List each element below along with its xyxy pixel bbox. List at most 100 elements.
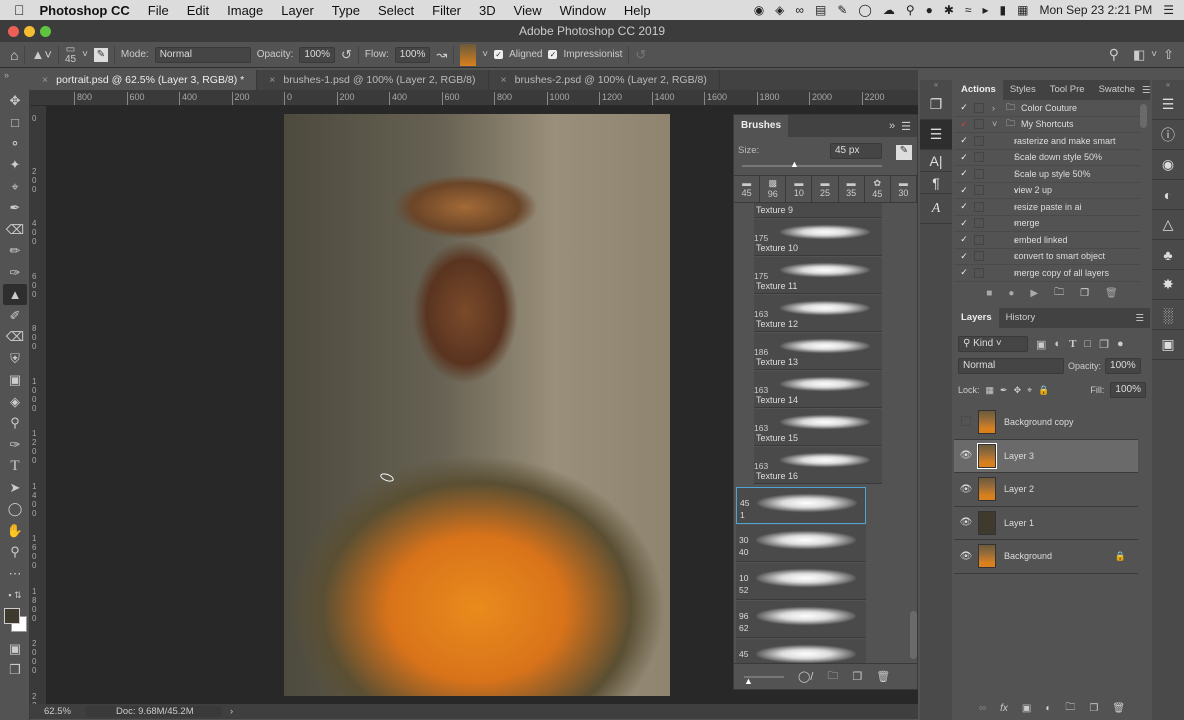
fx-icon[interactable]: fx bbox=[1000, 703, 1008, 714]
tab-swatches[interactable]: Swatche bbox=[1092, 80, 1142, 100]
filter-smart-object-icon[interactable]: ❐ bbox=[1099, 338, 1109, 351]
action-row[interactable]: ✓ › rasterize and make smart bbox=[954, 133, 1140, 150]
share-icon[interactable]: ⇧ bbox=[1163, 47, 1174, 63]
zoom-tool-icon[interactable]: ⚲ bbox=[0, 542, 30, 564]
tab-portrait[interactable]: × portrait.psd @ 62.5% (Layer 3, RGB/8) * bbox=[30, 70, 258, 90]
brush-item[interactable]: 163 Texture 15 bbox=[754, 409, 882, 446]
close-tab-icon[interactable]: × bbox=[42, 74, 48, 86]
new-brush-footer-icon[interactable]: ❐ bbox=[852, 670, 862, 683]
list-icon[interactable]: ☰ bbox=[1163, 3, 1174, 17]
creative-cloud-icon[interactable]: ∞ bbox=[795, 3, 804, 17]
minimize-window-button[interactable] bbox=[24, 26, 35, 37]
swap-colors-icon[interactable]: ▪ ⇅ bbox=[0, 585, 30, 607]
dialog-toggle[interactable] bbox=[974, 119, 984, 130]
filter-type-icon[interactable]: T bbox=[1069, 338, 1076, 350]
chevron-down-icon[interactable]: ˅ bbox=[482, 49, 488, 60]
menu-select[interactable]: Select bbox=[369, 3, 423, 18]
wifi-icon[interactable]: ≈ bbox=[965, 3, 972, 17]
adjustments-icon[interactable]: ◐ bbox=[1152, 180, 1184, 210]
volume-icon[interactable]: ▸ bbox=[983, 3, 989, 17]
toggle-check-icon[interactable]: ✓ bbox=[954, 267, 974, 278]
chevron-right-icon[interactable]: › bbox=[992, 185, 1017, 195]
glyphs-icon[interactable]: A bbox=[920, 194, 952, 224]
navigator-icon[interactable]: ✸ bbox=[1152, 270, 1184, 300]
lasso-tool-icon[interactable]: ⚬ bbox=[0, 133, 30, 155]
aligned-checkbox[interactable]: ✓ bbox=[494, 50, 504, 59]
preset-brush[interactable]: ▩ 96 bbox=[760, 176, 787, 202]
pen-tool-icon[interactable]: ✑ bbox=[0, 434, 30, 456]
ellipse-tool-icon[interactable]: ◯ bbox=[0, 499, 30, 521]
lock-transparent-icon[interactable]: ▦ bbox=[986, 385, 995, 396]
filter-adjustment-icon[interactable]: ◐ bbox=[1054, 338, 1061, 350]
preset-brush[interactable]: ✿ 45 bbox=[865, 176, 891, 202]
filter-pixel-icon[interactable]: ▣ bbox=[1036, 338, 1046, 351]
chevron-right-icon[interactable]: › bbox=[992, 103, 1006, 113]
preview-size-slider[interactable]: ▲ bbox=[744, 675, 784, 686]
character-icon[interactable]: A| bbox=[920, 150, 952, 172]
layer-name[interactable]: Background bbox=[1004, 551, 1115, 561]
tab-brushes-1[interactable]: × brushes-1.psd @ 100% (Layer 2, RGB/8) bbox=[257, 70, 489, 90]
adjustment-layer-icon[interactable]: ◐ bbox=[1045, 703, 1051, 714]
quick-mask-icon[interactable]: ▣ bbox=[0, 638, 30, 660]
brush-item[interactable]: 96 62 bbox=[736, 601, 866, 638]
dialog-toggle[interactable] bbox=[974, 251, 984, 262]
menu-window[interactable]: Window bbox=[551, 3, 615, 18]
status-menu-arrow[interactable]: › bbox=[222, 706, 233, 717]
toggle-check-icon[interactable]: ✓ bbox=[954, 168, 974, 179]
tab-styles[interactable]: Styles bbox=[1003, 80, 1043, 100]
foreground-color-swatch[interactable] bbox=[4, 608, 20, 624]
channels-icon[interactable]: ♣ bbox=[1152, 240, 1184, 270]
apple-icon[interactable]:  bbox=[0, 2, 31, 18]
clone-stamp-preset-icon[interactable]: ▲˅ bbox=[31, 47, 51, 62]
info-icon[interactable]: ⓘ bbox=[1152, 120, 1184, 150]
delete-action-icon[interactable]: 🗑 bbox=[1105, 288, 1118, 299]
gradient-tool-icon[interactable]: ▣ bbox=[0, 370, 30, 392]
menu-view[interactable]: View bbox=[505, 3, 551, 18]
action-row[interactable]: ✓ › Scale up style 50% bbox=[954, 166, 1140, 183]
eye-icon[interactable]: 👁 bbox=[954, 484, 978, 495]
menu-image[interactable]: Image bbox=[218, 3, 272, 18]
layer-row[interactable]: 👁 Layer 3 bbox=[954, 439, 1138, 473]
tab-layers[interactable]: Layers bbox=[954, 308, 999, 328]
dialog-toggle[interactable] bbox=[974, 218, 984, 229]
portrait-artwork[interactable] bbox=[284, 114, 670, 696]
actions-scrollbar[interactable] bbox=[1140, 104, 1147, 128]
link-layers-icon[interactable]: ∞ bbox=[979, 703, 986, 714]
size-input[interactable]: 45 px bbox=[830, 143, 882, 159]
healing-brush-tool-icon[interactable]: ⌫ bbox=[0, 219, 30, 241]
toggle-preview-icon[interactable]: ◯/ bbox=[798, 670, 813, 683]
close-window-button[interactable] bbox=[8, 26, 19, 37]
lock-position-icon[interactable]: ✥ bbox=[1014, 385, 1022, 396]
action-row[interactable]: ✓ › merge bbox=[954, 216, 1140, 232]
layer-name[interactable]: Layer 1 bbox=[1004, 518, 1138, 528]
layer-name[interactable]: Layer 3 bbox=[1004, 451, 1138, 461]
paint-bucket-tool-icon[interactable]: ⛨ bbox=[0, 348, 30, 370]
menu-type[interactable]: Type bbox=[323, 3, 369, 18]
chevron-down-icon[interactable]: ˅ bbox=[82, 49, 88, 60]
chevron-right-icon[interactable]: › bbox=[992, 152, 1017, 162]
layer-row[interactable]: 👁 Layer 2 bbox=[954, 473, 1138, 507]
action-row[interactable]: ✓ › Scale down style 50% bbox=[954, 150, 1140, 166]
preset-brush[interactable]: ▬ 30 bbox=[891, 176, 917, 202]
toggle-check-icon[interactable]: ✓ bbox=[954, 185, 974, 196]
brush-item[interactable]: 175 Texture 10 bbox=[754, 219, 882, 256]
histogram-icon[interactable]: ░ bbox=[1152, 300, 1184, 330]
fill-input[interactable]: 100% bbox=[1110, 382, 1146, 398]
tab-actions[interactable]: Actions bbox=[954, 80, 1003, 100]
dialog-toggle[interactable] bbox=[974, 185, 984, 196]
kind-filter-select[interactable]: ⚲ Kind ˅ bbox=[958, 336, 1028, 352]
move-tool-icon[interactable]: ✥ bbox=[0, 90, 30, 112]
chevron-right-icon[interactable]: › bbox=[992, 136, 1017, 146]
type-tool-icon[interactable]: T bbox=[0, 456, 30, 478]
action-row[interactable]: ✓ › view 2 up bbox=[954, 183, 1140, 199]
impressionist-checkbox[interactable]: ✓ bbox=[548, 50, 558, 59]
collapse-panel-icon[interactable]: » bbox=[889, 120, 901, 132]
crop-tool-icon[interactable]: ⌖ bbox=[0, 176, 30, 198]
edit-icon[interactable]: ✎ bbox=[837, 3, 847, 17]
new-group-icon[interactable]: 🗀 bbox=[1065, 700, 1075, 717]
menu-icon[interactable]: ▤ bbox=[815, 3, 826, 17]
menu-edit[interactable]: Edit bbox=[178, 3, 218, 18]
tab-brushes-2[interactable]: × brushes-2.psd @ 100% (Layer 2, RGB/8) bbox=[489, 70, 720, 90]
toggle-check-icon[interactable]: ✓ bbox=[954, 251, 974, 262]
eye-icon[interactable]: 👁 bbox=[954, 551, 978, 562]
